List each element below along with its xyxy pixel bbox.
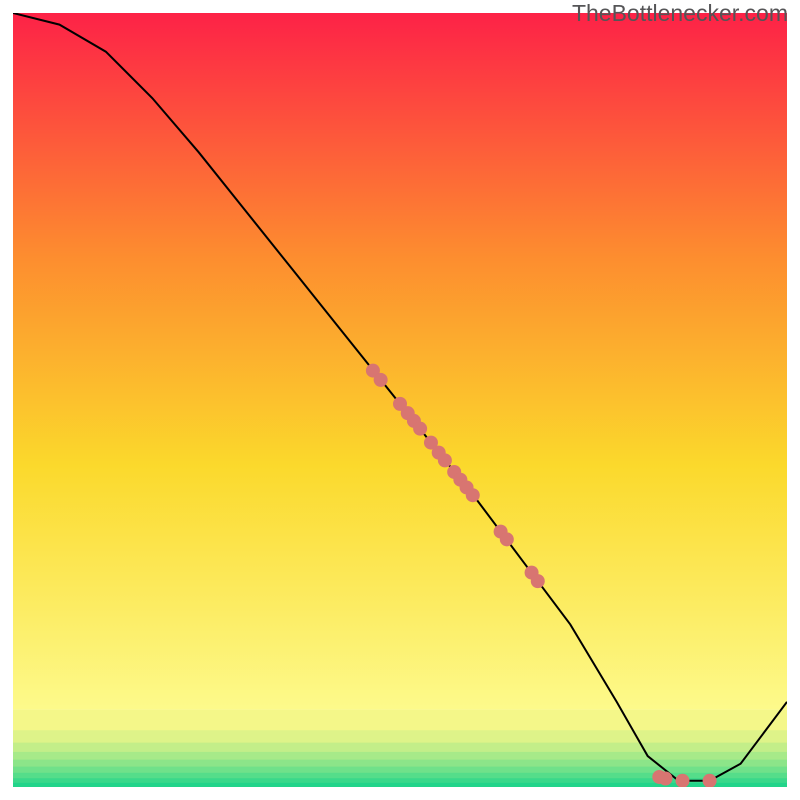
band-yg-2: [13, 730, 787, 743]
point-bottom-2: [658, 771, 672, 785]
band-green-2: [13, 759, 787, 766]
gradient-background: [13, 13, 787, 710]
point-cluster-main-7: [438, 453, 452, 467]
point-cluster-main-11: [466, 488, 480, 502]
band-green-1: [13, 751, 787, 759]
band-green-3: [13, 766, 787, 773]
attribution-text: TheBottlenecker.com: [572, 0, 788, 27]
point-cluster-upper-2: [374, 373, 388, 387]
band-green-0: [13, 742, 787, 752]
point-cluster-main-4: [413, 422, 427, 436]
point-cluster-low-2: [531, 574, 545, 588]
band-green-6: [13, 782, 787, 787]
plot-svg: [13, 13, 787, 787]
bottleneck-chart: TheBottlenecker.com: [0, 0, 800, 800]
band-yg-1: [13, 710, 787, 731]
point-cluster-mid-2: [500, 532, 514, 546]
